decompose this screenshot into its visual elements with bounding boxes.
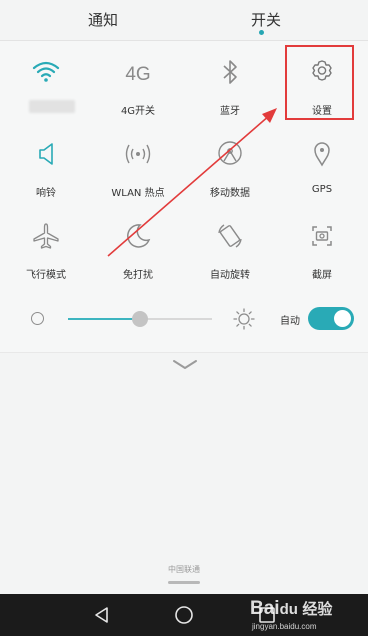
carrier-label: 中国联通 xyxy=(168,565,200,574)
watermark-url: jingyan.baidu.com xyxy=(252,622,317,631)
watermark-site: 经验 xyxy=(302,601,333,618)
back-icon[interactable] xyxy=(92,605,112,625)
home-icon[interactable] xyxy=(174,605,194,625)
baidu-jingyan-watermark: Baidu 经验 xyxy=(250,598,332,620)
annotation-arrow xyxy=(107,108,277,257)
watermark-brand: Bai xyxy=(250,598,280,619)
watermark-brand-paw: du xyxy=(279,601,298,618)
drag-handle[interactable] xyxy=(168,581,200,584)
